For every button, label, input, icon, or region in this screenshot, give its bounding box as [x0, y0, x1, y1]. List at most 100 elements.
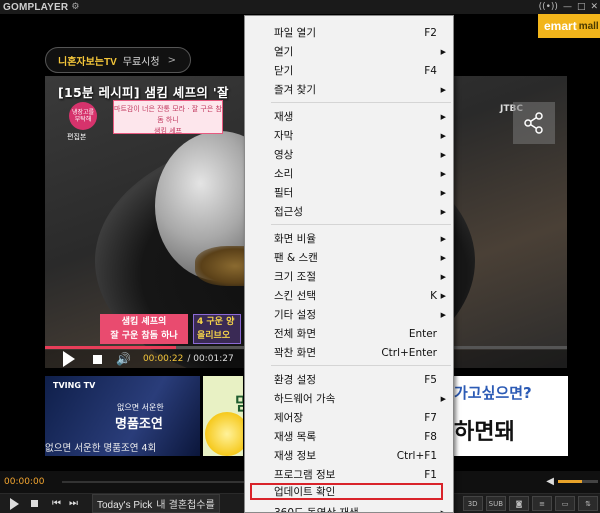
show-logo-label: 편집본 [67, 133, 87, 141]
submenu-arrow-icon: ▶ [440, 310, 446, 319]
menu-item-program-info[interactable]: 프로그램 정보 F1 [245, 465, 453, 484]
menu-item-shortcut: Ctrl+F1 [396, 449, 437, 462]
control-panel-icon[interactable]: ⇅ [578, 496, 598, 511]
emart-label: emart [544, 19, 577, 33]
3d-button[interactable]: 3D [462, 496, 483, 511]
menu-item-video[interactable]: 영상 ▶ [245, 145, 453, 164]
menu-item-aspect-ratio[interactable]: 화면 비율 ▶ [245, 229, 453, 248]
title-bar: GOMPLAYER ⚙ ((•)) — □ ✕ [0, 0, 600, 14]
menu-item-shortcut: F1 [424, 468, 437, 481]
show-logo: 냉장고를 부탁해 [69, 102, 97, 130]
share-icon[interactable] [513, 102, 555, 144]
volume-slider[interactable] [558, 480, 598, 483]
toolbar-right-buttons: 3D SUB ◙ ≡ ▭ ⇅ [462, 496, 598, 511]
menu-item-shortcut: F2 [424, 26, 437, 39]
menu-item-label: 자막 [274, 130, 294, 142]
menu-item-label: 팬 & 스캔 [274, 252, 318, 264]
chevron-right-icon: > [167, 54, 176, 66]
menu-item-label: 업데이트 확인 [274, 486, 336, 498]
menu-item-label: 파일 열기 [274, 27, 316, 39]
volume-icon[interactable]: 🔊 [116, 352, 131, 366]
menu-item-preferences[interactable]: 환경 설정 F5 [245, 370, 453, 389]
menu-item-label: 재생 정보 [274, 450, 316, 462]
total-time: / 00:01:27 [187, 354, 234, 364]
menu-item-label: 재생 [274, 111, 294, 123]
menu-item-open-file[interactable]: 파일 열기 F2 [245, 23, 453, 42]
tving-line-1: 없으면 서운한 [117, 403, 164, 412]
submenu-arrow-icon: ▶ [440, 85, 446, 94]
menu-item-control-box[interactable]: 제어장 F7 [245, 408, 453, 427]
menu-item-label: 열기 [274, 46, 294, 58]
menu-item-accessibility[interactable]: 접근성 ▶ [245, 202, 453, 221]
todays-pick[interactable]: Today's Pick 내 결혼첩수를 [92, 494, 220, 513]
submenu-arrow-icon: ▶ [440, 47, 446, 56]
caption-line-1: 마트감이 너은 잔통 모라 · 잘 구은 참돔 하니 [114, 105, 222, 124]
menu-item-resize[interactable]: 크기 조절 ▶ [245, 267, 453, 286]
menu-item-label: 스킨 선택 [274, 290, 316, 302]
menu-item-shortcut: F7 [424, 411, 437, 424]
previous-icon[interactable]: ⏮ [52, 498, 61, 509]
travel-line-1: 가고싶으면? [454, 384, 532, 402]
menu-item-pan-scan[interactable]: 팬 & 스캔 ▶ [245, 248, 453, 267]
menu-item-label: 프로그램 정보 [274, 469, 336, 481]
menu-item-hw-acceleration[interactable]: 하드웨어 가속 ▶ [245, 389, 453, 408]
stop-icon[interactable] [93, 354, 102, 364]
volume-control[interactable]: ◀ [546, 476, 598, 487]
menu-item-playback-info[interactable]: 재생 정보 Ctrl+F1 [245, 446, 453, 465]
menu-item-shortcut: F4 [424, 64, 437, 77]
minimize-icon[interactable]: — [563, 2, 572, 12]
tving-caption[interactable]: 없으면 서운한 명품조연 4회 [45, 440, 205, 454]
submenu-arrow-icon: ▶ [440, 131, 446, 140]
ad-free-tv-button[interactable]: 니혼자보는TV 무료시청 > [45, 47, 191, 73]
menu-separator [271, 365, 451, 366]
menu-item-fill-screen[interactable]: 꽉찬 화면 Ctrl+Enter [245, 343, 453, 362]
broadcast-icon[interactable]: ((•)) [539, 2, 558, 12]
close-icon[interactable]: ✕ [590, 2, 598, 12]
menu-item-other-settings[interactable]: 기타 설정 ▶ [245, 305, 453, 324]
menu-item-play[interactable]: 재생 ▶ [245, 107, 453, 126]
emart-banner[interactable]: emart mall [538, 14, 600, 38]
menu-item-playlist[interactable]: 재생 목록 F8 [245, 427, 453, 446]
travel-banner[interactable]: 가고싶으면? 하면돼 [454, 376, 568, 456]
settings-gear-icon[interactable]: ⚙ [71, 2, 79, 12]
menu-item-360-video[interactable]: 360도 동영상 재생 ▶ [245, 503, 453, 512]
lemon-banner[interactable]: 맘 [203, 376, 243, 456]
subtitle-button[interactable]: SUB [485, 496, 506, 511]
menu-item-check-update[interactable]: 업데이트 확인 [250, 483, 443, 500]
ad-brand: 니혼자보는TV [58, 56, 117, 68]
play-icon[interactable] [10, 497, 19, 510]
video-progress-fill [45, 346, 176, 349]
capture-icon[interactable]: ◙ [509, 496, 529, 511]
current-time: 00:00:22 [142, 354, 184, 364]
menu-item-subtitles[interactable]: 자막 ▶ [245, 126, 453, 145]
playlist-icon[interactable]: ▭ [555, 496, 575, 511]
speaker-icon[interactable]: ◀ [546, 476, 554, 487]
next-icon[interactable]: ⏭ [69, 498, 78, 509]
submenu-arrow-icon: ▶ [440, 207, 446, 216]
menu-item-open[interactable]: 열기 ▶ [245, 42, 453, 61]
menu-item-label: 크기 조절 [274, 271, 316, 283]
video-title: [15분 레시피] 샘킴 셰프의 '잘 [58, 85, 229, 100]
eject-icon[interactable]: ≡ [532, 496, 552, 511]
submenu-arrow-icon: ▶ [440, 394, 446, 403]
menu-item-shortcut: F5 [424, 373, 437, 386]
maximize-icon[interactable]: □ [577, 2, 586, 12]
menu-item-label: 하드웨어 가속 [274, 393, 336, 405]
stop-icon[interactable] [31, 500, 38, 507]
menu-separator [271, 224, 451, 225]
submenu-arrow-icon: ▶ [440, 169, 446, 178]
menu-item-favorites[interactable]: 즐겨 찾기 ▶ [245, 80, 453, 99]
menu-item-audio[interactable]: 소리 ▶ [245, 164, 453, 183]
menu-item-filter[interactable]: 필터 ▶ [245, 183, 453, 202]
menu-item-label: 소리 [274, 168, 294, 180]
play-icon[interactable] [63, 351, 75, 367]
submenu-arrow-icon: ▶ [440, 272, 446, 281]
menu-item-close[interactable]: 닫기 F4 [245, 61, 453, 80]
menu-item-label: 필터 [274, 187, 294, 199]
menu-item-label: 화면 비율 [274, 233, 316, 245]
menu-item-label: 꽉찬 화면 [274, 347, 316, 359]
menu-item-skin-select[interactable]: 스킨 선택 K ▶ [245, 286, 453, 305]
menu-item-label: 닫기 [274, 65, 294, 77]
menu-item-shortcut: Enter [408, 327, 437, 340]
menu-item-fullscreen[interactable]: 전체 화면 Enter [245, 324, 453, 343]
